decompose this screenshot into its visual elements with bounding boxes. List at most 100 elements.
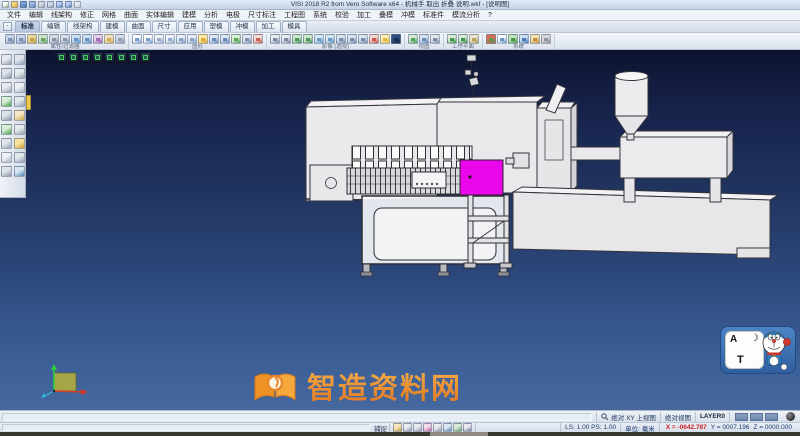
sb-drill-icon[interactable] (13, 96, 25, 107)
background-color-icon[interactable] (391, 34, 401, 44)
system-tools-icon[interactable] (541, 34, 551, 44)
sb-surface-icon[interactable] (0, 138, 12, 149)
redraw-icon[interactable] (132, 34, 142, 44)
system-refresh-icon[interactable] (508, 34, 518, 44)
menu-item[interactable]: ? (484, 10, 496, 21)
workplane-icon[interactable] (447, 34, 457, 44)
snap-midpoint-icon[interactable] (413, 423, 422, 432)
filter-surfaces-icon[interactable] (71, 34, 81, 44)
sb-wire-icon[interactable] (0, 82, 12, 93)
regen-all-icon[interactable] (143, 34, 153, 44)
selected-part-highlight[interactable] (459, 159, 504, 196)
view-back-icon[interactable] (92, 52, 103, 63)
menu-item[interactable]: 校验 (331, 10, 353, 21)
sb-macro-icon[interactable] (13, 138, 25, 149)
layer-manager-icon[interactable] (27, 34, 37, 44)
menu-item[interactable]: 建模 (178, 10, 200, 21)
layer-segment[interactable]: LAYER0 (694, 411, 729, 422)
toolbar-tab[interactable]: 标准 (15, 21, 40, 32)
dynamic-pan-icon[interactable] (347, 34, 357, 44)
view-front-icon[interactable] (80, 52, 91, 63)
view-trimetric-icon[interactable] (140, 52, 151, 63)
system-calendar-icon[interactable] (519, 34, 529, 44)
menu-item[interactable]: 文件 (3, 10, 25, 21)
snap-toggle-icon[interactable] (393, 423, 402, 432)
snap-quadrant-icon[interactable] (433, 423, 442, 432)
hide-entity-icon[interactable] (154, 34, 164, 44)
line-color-swatch[interactable] (735, 412, 748, 421)
toolbar-tab[interactable]: 线架构 (67, 21, 99, 32)
system-window-icon[interactable] (497, 34, 507, 44)
entity-info-icon[interactable] (231, 34, 241, 44)
render-sphere-icon[interactable] (786, 412, 795, 421)
sb-mask-icon[interactable] (0, 68, 12, 79)
menu-item[interactable]: 网格 (98, 10, 120, 21)
ungroup-icon[interactable] (220, 34, 230, 44)
toolbar-tab[interactable]: 加工 (255, 21, 281, 32)
workplane-origin-icon[interactable] (469, 34, 479, 44)
menu-item[interactable]: 电极 (222, 10, 244, 21)
menu-item[interactable]: 修正 (76, 10, 98, 21)
unblank-icon[interactable] (187, 34, 197, 44)
highlight-icon[interactable] (198, 34, 208, 44)
menu-item[interactable]: 加工 (353, 10, 375, 21)
menu-item[interactable]: 实体编辑 (142, 10, 178, 21)
blank-icon[interactable] (176, 34, 186, 44)
toolbar-tab[interactable]: 编辑 (41, 21, 66, 32)
sb-tool-icon[interactable] (13, 124, 25, 135)
view-top-icon[interactable] (56, 52, 67, 63)
toolbar-tab[interactable]: 塑模 (203, 21, 229, 32)
snap-endpoint-icon[interactable] (403, 423, 412, 432)
sb-open-icon[interactable] (0, 54, 12, 65)
view-bottom-icon[interactable] (68, 52, 79, 63)
view-iso-icon[interactable] (128, 52, 139, 63)
sb-round-icon[interactable] (13, 110, 25, 121)
filter-solids-icon[interactable] (82, 34, 92, 44)
sb-corner-icon[interactable] (13, 82, 25, 93)
group-icon[interactable] (209, 34, 219, 44)
attribute-paint-icon[interactable] (5, 34, 15, 44)
hidden-line-view-icon[interactable] (281, 34, 291, 44)
menu-item[interactable]: 系统 (309, 10, 331, 21)
previous-view-icon[interactable] (430, 34, 440, 44)
snap-intersect-icon[interactable] (443, 423, 452, 432)
filter-points-icon[interactable] (49, 34, 59, 44)
filter-curves-icon[interactable] (60, 34, 70, 44)
snap-center-icon[interactable] (423, 423, 432, 432)
sb-globe-icon[interactable] (13, 166, 25, 177)
toolbar-tab[interactable]: 曲面 (125, 21, 151, 32)
filter-mesh-icon[interactable] (93, 34, 103, 44)
layer-color-swatch[interactable] (765, 412, 778, 421)
dynamic-rotate-icon[interactable] (336, 34, 346, 44)
workplane-align-icon[interactable] (458, 34, 468, 44)
toolbar-tab[interactable]: 应用 (177, 21, 203, 32)
show-all-icon[interactable] (165, 34, 175, 44)
sb-clamp-icon[interactable] (13, 54, 25, 65)
sb-check-icon[interactable] (0, 96, 12, 107)
command-input[interactable] (2, 424, 370, 431)
menu-item[interactable]: 冲模 (397, 10, 419, 21)
sb-doc-icon[interactable] (0, 152, 12, 163)
menu-item[interactable]: 编辑 (25, 10, 47, 21)
delete-entity-icon[interactable] (253, 34, 263, 44)
collapse-toolbar-button[interactable]: - (3, 22, 12, 31)
copy-entity-icon[interactable] (242, 34, 252, 44)
menu-item[interactable]: 工程图 (280, 10, 309, 21)
dynamic-zoom-icon[interactable] (358, 34, 368, 44)
lighting-icon[interactable] (380, 34, 390, 44)
view-name-segment[interactable]: 绝对视图 (659, 411, 695, 422)
dock-tab-highlight[interactable] (26, 95, 31, 110)
zoom-fit-icon[interactable] (408, 34, 418, 44)
menu-item[interactable]: 标准件 (419, 10, 448, 21)
toolbar-tab[interactable]: 建模 (99, 21, 125, 32)
selection-mode-icon[interactable] (115, 34, 125, 44)
fill-color-swatch[interactable] (750, 412, 763, 421)
menu-item[interactable]: 线架构 (47, 10, 76, 21)
viewport-3d[interactable]: 智造资料网 A ☽ T (0, 50, 800, 410)
menu-item[interactable]: 尺寸标注 (244, 10, 280, 21)
perspective-view-icon[interactable] (325, 34, 335, 44)
zoom-window-icon[interactable] (419, 34, 429, 44)
view-right-icon[interactable] (116, 52, 127, 63)
menu-item[interactable]: 分析 (200, 10, 222, 21)
filter-all-icon[interactable] (38, 34, 48, 44)
